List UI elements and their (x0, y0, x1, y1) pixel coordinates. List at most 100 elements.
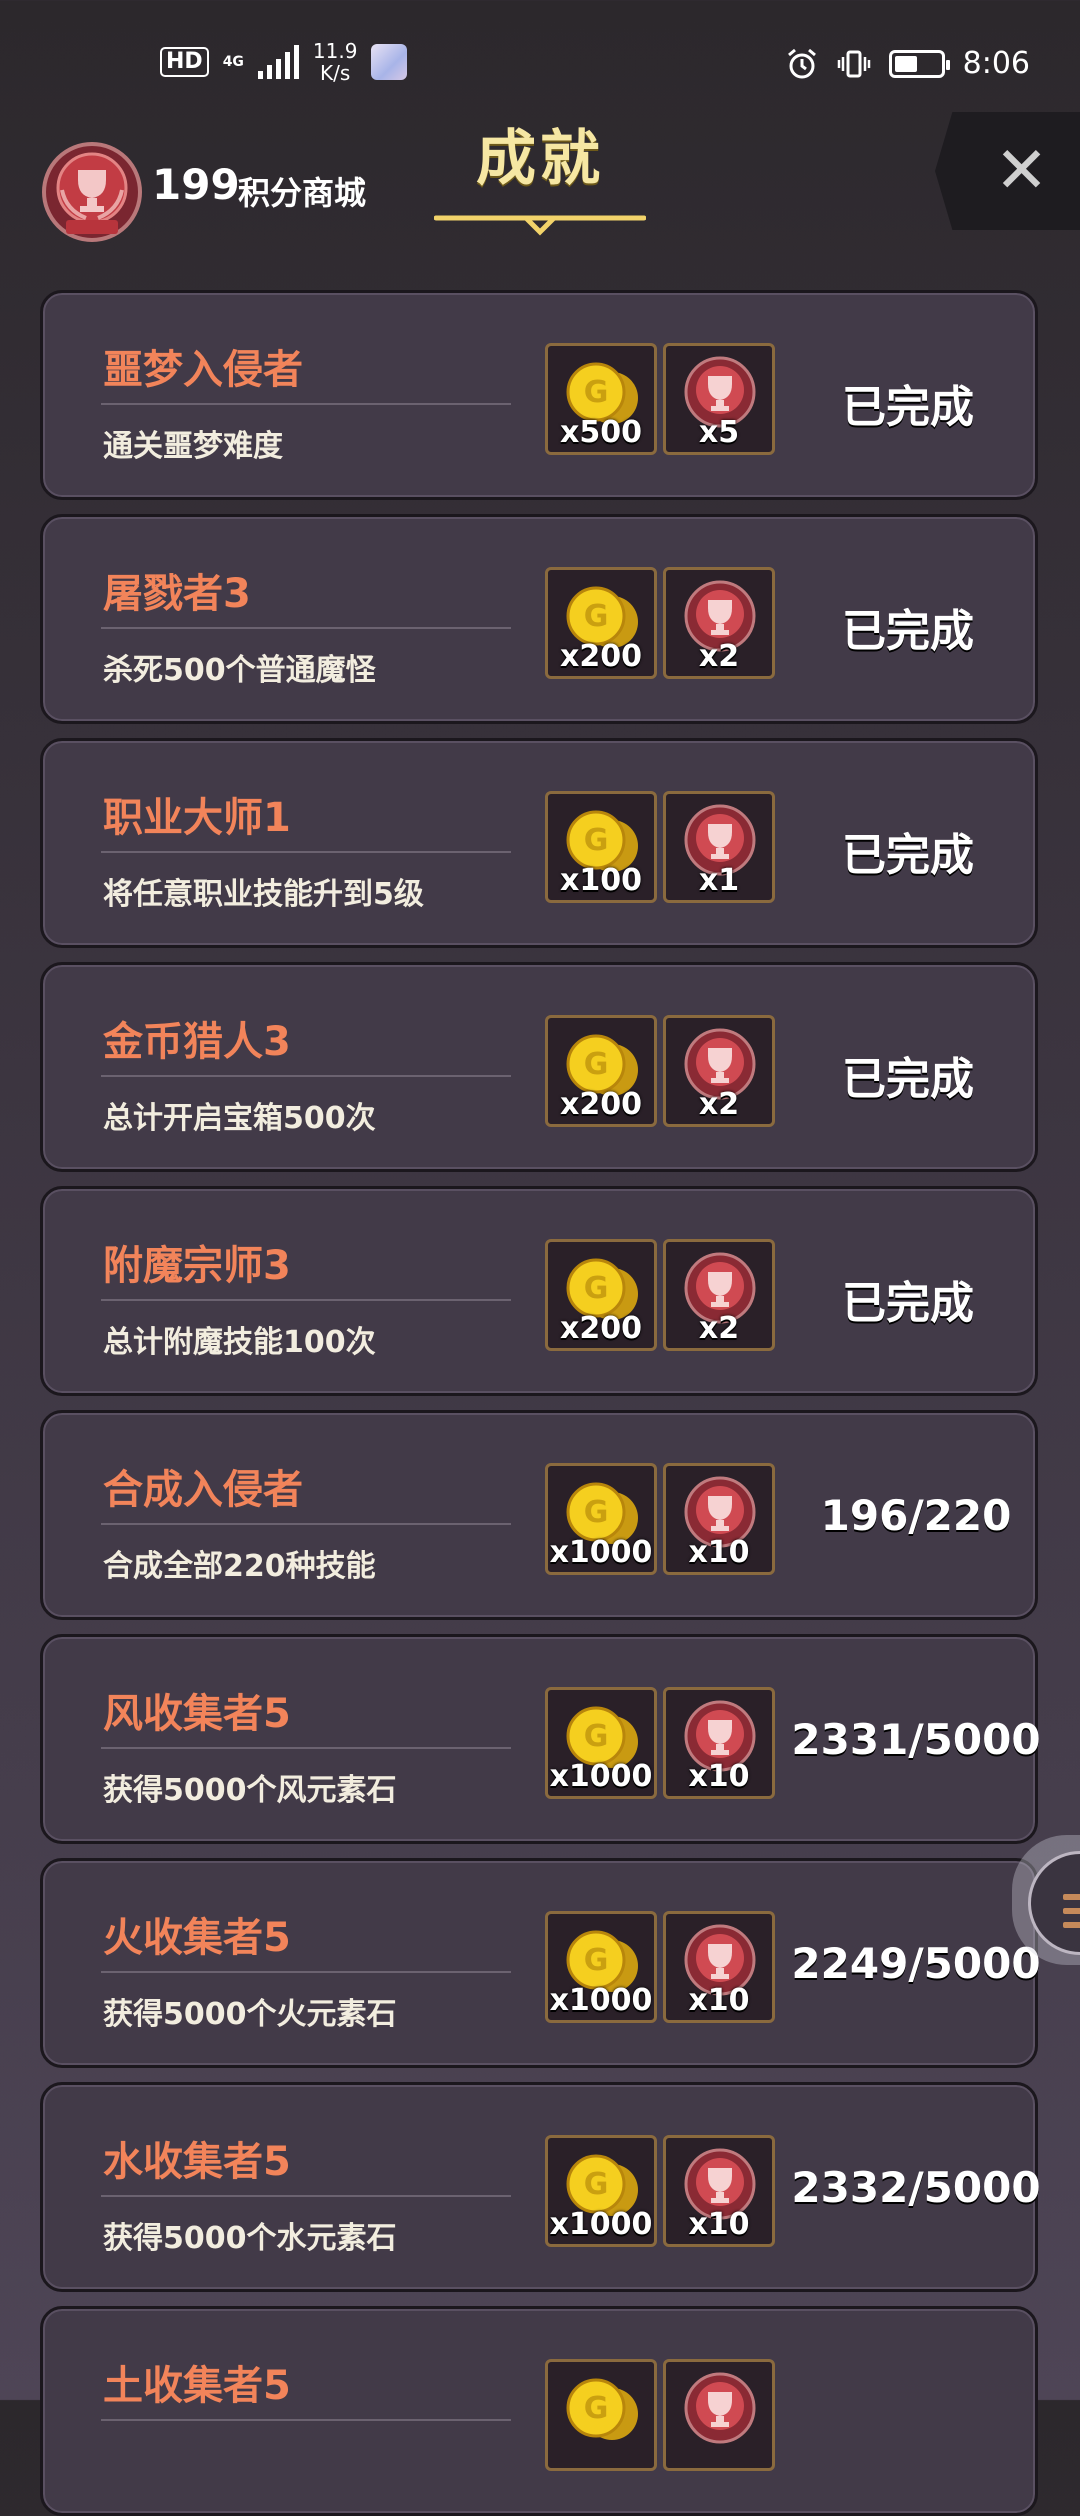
reward-coin-qty: x1000 (549, 1983, 653, 2018)
battery-level (894, 55, 917, 72)
signal-icon (257, 45, 299, 79)
clock: 8:06 (962, 46, 1030, 81)
reward-coin-qty: x200 (560, 639, 642, 674)
reward-coin-qty: x200 (560, 1087, 642, 1122)
achievement-card[interactable]: 噩梦入侵者 通关噩梦难度 Gx500 x5 已完成 (40, 290, 1038, 500)
reward-medal: x1 (663, 791, 775, 903)
svg-text:G: G (584, 1943, 609, 1978)
status-bar: HD 4G 11.9 K/s 8:06 (0, 0, 1080, 110)
divider (101, 403, 511, 405)
title-underline-ornament (434, 215, 646, 236)
reward-medal-qty: x10 (688, 2207, 750, 2242)
reward-medal: x10 (663, 2135, 775, 2247)
divider (101, 1299, 511, 1301)
achievement-status: 已完成 (842, 1054, 974, 1105)
achievement-name: 土收集者5 (103, 2363, 291, 2409)
divider (101, 2195, 511, 2197)
close-icon[interactable]: ✕ (995, 139, 1049, 203)
reward-coin: G (545, 2359, 657, 2471)
menu-icon[interactable] (1028, 1851, 1080, 1955)
reward-medal: x10 (663, 1463, 775, 1575)
divider (101, 851, 511, 853)
achievement-description: 将任意职业技能升到5级 (103, 877, 424, 912)
achievement-status: 2332/5000 (791, 2163, 1041, 2212)
speed-unit: K/s (320, 61, 351, 85)
page-title: 成就 (476, 124, 604, 194)
divider (101, 1523, 511, 1525)
achievement-description: 杀死500个普通魔怪 (103, 653, 376, 688)
reward-coin: Gx1000 (545, 1463, 657, 1575)
achievement-description: 合成全部220种技能 (103, 1549, 376, 1584)
divider (101, 1747, 511, 1749)
achievement-card[interactable]: 风收集者5 获得5000个风元素石 Gx1000 x10 2331/5000 (40, 1634, 1041, 1844)
network-type: 4G (222, 54, 244, 70)
achievement-description: 通关噩梦难度 (103, 429, 283, 464)
reward-coin: Gx200 (545, 1015, 657, 1127)
achievement-card[interactable]: 土收集者5 G (40, 2306, 1038, 2516)
reward-medal-qty: x10 (688, 1535, 750, 1570)
achievement-card[interactable]: 职业大师1 将任意职业技能升到5级 Gx100 x1 已完成 (40, 738, 1038, 948)
reward-coin: Gx200 (545, 567, 657, 679)
svg-text:G: G (584, 1271, 609, 1306)
reward-medal: x5 (663, 343, 775, 455)
reward-medal-qty: x10 (688, 1983, 750, 2018)
svg-text:G: G (584, 1495, 609, 1530)
reward-coin-qty: x1000 (549, 1759, 653, 1794)
vibrate-icon (837, 50, 870, 77)
svg-text:G: G (584, 823, 609, 858)
alarm-icon (787, 48, 816, 78)
hd-badge: HD (160, 47, 209, 77)
achievement-card[interactable]: 金币猎人3 总计开启宝箱500次 Gx200 x2 已完成 (40, 962, 1038, 1172)
reward-medal: x2 (663, 1015, 775, 1127)
reward-medal: x2 (663, 1239, 775, 1351)
achievement-status: 已完成 (842, 606, 974, 657)
achievement-name: 附魔宗师3 (103, 1243, 291, 1289)
reward-coin-qty: x1000 (549, 1535, 653, 1570)
achievement-description: 获得5000个火元素石 (103, 1997, 397, 2032)
app-notification-icon (371, 44, 408, 80)
reward-medal: x10 (663, 1911, 775, 2023)
achievement-name: 职业大师1 (103, 795, 291, 841)
reward-coin-qty: x1000 (549, 2207, 653, 2242)
reward-coin: Gx1000 (545, 1687, 657, 1799)
reward-coin-qty: x200 (560, 1311, 642, 1346)
achievement-status: 2249/5000 (791, 1939, 1041, 1988)
achievement-status: 已完成 (842, 382, 974, 433)
achievement-name: 火收集者5 (103, 1915, 291, 1961)
achievement-description: 获得5000个风元素石 (103, 1773, 397, 1808)
svg-text:G: G (584, 599, 609, 634)
close-button[interactable]: ✕ (935, 112, 1080, 230)
svg-text:G: G (584, 2167, 609, 2202)
reward-medal: x10 (663, 1687, 775, 1799)
achievement-card[interactable]: 附魔宗师3 总计附魔技能100次 Gx200 x2 已完成 (40, 1186, 1038, 1396)
divider (101, 1971, 511, 1973)
trophy-medal-icon (684, 2372, 756, 2444)
reward-medal (663, 2359, 775, 2471)
battery-icon (888, 49, 950, 78)
divider (101, 1075, 511, 1077)
network-speed: 11.9 K/s (313, 40, 358, 84)
achievement-status: 196/220 (820, 1491, 1012, 1540)
reward-coin: Gx500 (545, 343, 657, 455)
achievement-status: 已完成 (842, 1278, 974, 1329)
achievement-card[interactable]: 水收集者5 获得5000个水元素石 Gx1000 x10 2332/5000 (40, 2082, 1041, 2292)
achievement-card[interactable]: 屠戮者3 杀死500个普通魔怪 Gx200 x2 已完成 (40, 514, 1038, 724)
achievement-card[interactable]: 火收集者5 获得5000个火元素石 Gx1000 x10 2249/5000 (40, 1858, 1041, 2068)
reward-coin: Gx1000 (545, 1911, 657, 2023)
gold-coin-icon: G (566, 2378, 638, 2440)
achievement-name: 水收集者5 (103, 2139, 291, 2185)
divider (101, 627, 511, 629)
reward-coin-qty: x100 (560, 863, 642, 898)
achievement-description: 总计开启宝箱500次 (103, 1101, 376, 1136)
reward-coin: Gx1000 (545, 2135, 657, 2247)
achievement-description: 总计附魔技能100次 (103, 1325, 376, 1360)
achievement-name: 合成入侵者 (103, 1467, 303, 1513)
achievement-status: 已完成 (842, 830, 974, 881)
reward-medal-qty: x2 (698, 639, 740, 674)
status-left: HD 4G 11.9 K/s (160, 40, 408, 84)
reward-coin-qty: x500 (560, 415, 642, 450)
achievement-card[interactable]: 合成入侵者合成全部220种技能 Gx1000 x10 196/220 (40, 1410, 1038, 1620)
svg-text:G: G (584, 375, 609, 410)
reward-coin: Gx100 (545, 791, 657, 903)
reward-medal-qty: x1 (698, 863, 740, 898)
